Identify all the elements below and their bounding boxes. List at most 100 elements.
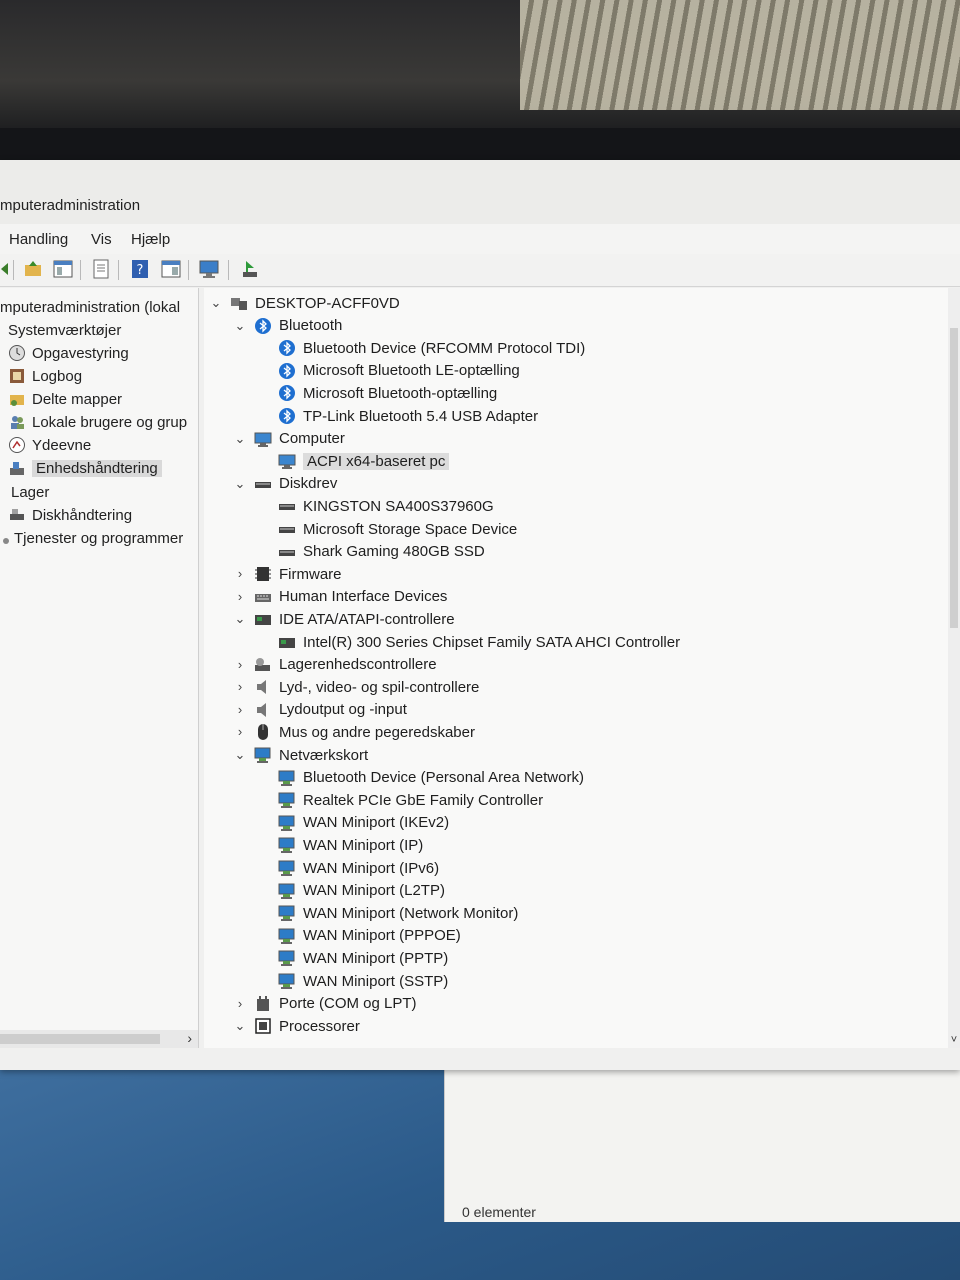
tree-device-item[interactable]: WAN Miniport (L2TP) bbox=[256, 880, 445, 902]
tree-item-label: Bluetooth Device (Personal Area Network) bbox=[303, 769, 584, 787]
tree-device-item[interactable]: Microsoft Bluetooth LE-optælling bbox=[256, 360, 520, 382]
tree-device-item[interactable]: Bluetooth Device (RFCOMM Protocol TDI) bbox=[256, 337, 585, 359]
nav-shared-folders[interactable]: Delte mapper bbox=[8, 388, 122, 410]
tree-category-node[interactable]: › Human Interface Devices bbox=[232, 586, 448, 608]
tree-category-node[interactable]: › Firmware bbox=[232, 563, 342, 585]
menu-handling[interactable]: Handling bbox=[9, 231, 68, 248]
tree-device-item[interactable]: Realtek PCIe GbE Family Controller bbox=[256, 789, 543, 811]
vertical-scrollbar[interactable]: ˅ bbox=[948, 288, 960, 1048]
chevron-down-icon[interactable]: ⌄ bbox=[232, 611, 248, 627]
tree-category-node[interactable]: › Mus og andre pegeredskaber bbox=[232, 721, 475, 743]
nav-local-users[interactable]: Lokale brugere og grup bbox=[8, 411, 187, 433]
tree-item-label: Microsoft Bluetooth-optælling bbox=[303, 384, 498, 402]
toolbar: ? bbox=[0, 254, 960, 287]
tree-device-item[interactable]: WAN Miniport (PPPOE) bbox=[256, 925, 461, 947]
monitor-icon[interactable] bbox=[198, 258, 220, 280]
chevron-right-icon[interactable]: › bbox=[232, 724, 248, 740]
tree-device-item[interactable]: Intel(R) 300 Series Chipset Family SATA … bbox=[256, 631, 680, 653]
performance-icon bbox=[8, 436, 26, 454]
tree-item-label: Lydoutput og -input bbox=[279, 701, 407, 719]
title-bar[interactable]: mputeradministration bbox=[0, 160, 960, 224]
tree-device-item[interactable]: WAN Miniport (SSTP) bbox=[256, 970, 448, 992]
chevron-right-icon[interactable]: › bbox=[232, 566, 248, 582]
tree-device-item[interactable]: Microsoft Storage Space Device bbox=[256, 518, 517, 540]
tree-item-label: Shark Gaming 480GB SSD bbox=[303, 543, 485, 561]
tree-item-label: WAN Miniport (SSTP) bbox=[303, 972, 449, 990]
tree-device-item[interactable]: Bluetooth Device (Personal Area Network) bbox=[256, 767, 584, 789]
chevron-down-icon[interactable]: ⌄ bbox=[232, 747, 248, 763]
update-driver-icon[interactable] bbox=[239, 258, 261, 280]
chevron-down-icon[interactable]: ⌄ bbox=[232, 431, 248, 447]
menu-hjaelp[interactable]: Hjælp bbox=[131, 231, 170, 248]
chevron-down-icon[interactable]: ⌄ bbox=[232, 476, 248, 492]
tree-device-item[interactable]: ACPI x64-baseret pc bbox=[256, 450, 450, 472]
nav-system-tools[interactable]: Systemværktøjer bbox=[8, 319, 121, 341]
tree-category-node[interactable]: ⌄ IDE ATA/ATAPI-controllere bbox=[232, 608, 455, 630]
up-folder-icon[interactable] bbox=[22, 258, 44, 280]
nav-storage[interactable]: Lager bbox=[0, 481, 49, 503]
chevron-right-icon[interactable]: › bbox=[232, 996, 248, 1012]
tree-device-item[interactable]: TP-Link Bluetooth 5.4 USB Adapter bbox=[256, 405, 538, 427]
network-adapter-icon bbox=[278, 927, 296, 945]
nav-label: Diskhåndtering bbox=[32, 506, 133, 524]
bluetooth-icon bbox=[278, 362, 296, 380]
nav-computer-management[interactable]: mputeradministration (lokal bbox=[0, 296, 180, 318]
tree-category-node[interactable]: ⌄ Netværkskort bbox=[232, 744, 369, 766]
background-window[interactable]: 0 elementer bbox=[444, 1068, 960, 1222]
scroll-down-icon[interactable]: ˅ bbox=[948, 1034, 960, 1046]
tree-device-item[interactable]: Shark Gaming 480GB SSD bbox=[256, 541, 485, 563]
chevron-right-icon[interactable]: › bbox=[232, 679, 248, 695]
tree-device-item[interactable]: KINGSTON SA400S37960G bbox=[256, 495, 494, 517]
network-adapter-icon bbox=[278, 769, 296, 787]
tree-category-node[interactable]: › Lagerenhedscontrollere bbox=[232, 654, 437, 676]
nav-services-applications[interactable]: Tjenester og programmer bbox=[0, 527, 183, 549]
tree-item-label: WAN Miniport (IPv6) bbox=[303, 859, 440, 877]
nav-label: Logbog bbox=[32, 367, 83, 385]
nav-performance[interactable]: Ydeevne bbox=[8, 434, 91, 456]
tree-item-label: WAN Miniport (L2TP) bbox=[303, 882, 445, 900]
disk-drive-icon bbox=[254, 475, 272, 493]
show-hide-action-pane-icon[interactable] bbox=[160, 258, 182, 280]
scrollbar-thumb[interactable] bbox=[950, 328, 958, 628]
nav-disk-management[interactable]: Diskhåndtering bbox=[8, 504, 132, 526]
tree-category-node[interactable]: › Lydoutput og -input bbox=[232, 699, 407, 721]
nav-event-viewer[interactable]: Logbog bbox=[8, 365, 82, 387]
chevron-right-icon[interactable]: › bbox=[232, 589, 248, 605]
bluetooth-icon bbox=[278, 339, 296, 357]
tree-category-node[interactable]: ⌄ Diskdrev bbox=[232, 473, 338, 495]
menu-vis[interactable]: Vis bbox=[91, 231, 112, 248]
nav-task-scheduler[interactable]: Opgavestyring bbox=[8, 342, 129, 364]
tree-device-item[interactable]: WAN Miniport (IP) bbox=[256, 834, 423, 856]
tree-category-node[interactable]: › Lyd-, video- og spil-controllere bbox=[232, 676, 480, 698]
properties-icon[interactable] bbox=[90, 258, 112, 280]
tree-device-item[interactable]: WAN Miniport (IKEv2) bbox=[256, 812, 449, 834]
chevron-right-icon[interactable]: › bbox=[232, 657, 248, 673]
tree-category-node[interactable]: ⌄ Processorer bbox=[232, 1015, 360, 1037]
scroll-right-icon[interactable]: › bbox=[187, 1030, 192, 1046]
tree-device-item[interactable]: WAN Miniport (PPTP) bbox=[256, 947, 448, 969]
horizontal-scrollbar[interactable]: › bbox=[0, 1030, 198, 1048]
chevron-down-icon[interactable]: ⌄ bbox=[232, 318, 248, 334]
tree-device-item[interactable]: Microsoft Bluetooth-optælling bbox=[256, 382, 497, 404]
toolbar-separator bbox=[13, 260, 14, 280]
storage-controller-icon bbox=[254, 656, 272, 674]
tree-device-item[interactable]: WAN Miniport (IPv6) bbox=[256, 857, 439, 879]
tree-category-node[interactable]: ⌄ Bluetooth bbox=[232, 315, 343, 337]
tree-category-node[interactable]: ⌄ Computer bbox=[232, 428, 345, 450]
scrollbar-thumb[interactable] bbox=[0, 1034, 160, 1044]
tree-device-item[interactable]: WAN Miniport (Network Monitor) bbox=[256, 902, 518, 924]
chevron-down-icon[interactable]: ⌄ bbox=[232, 1018, 248, 1034]
nav-label: Lokale brugere og grup bbox=[32, 413, 188, 431]
show-hide-tree-icon[interactable] bbox=[52, 258, 74, 280]
help-icon[interactable]: ? bbox=[129, 258, 151, 280]
chevron-right-icon[interactable]: › bbox=[232, 702, 248, 718]
chevron-down-icon[interactable]: ⌄ bbox=[208, 295, 224, 311]
nav-device-manager[interactable]: Enhedshåndtering bbox=[8, 457, 162, 479]
tree-item-label: ACPI x64-baseret pc bbox=[303, 452, 450, 470]
tree-root-node[interactable]: ⌄ DESKTOP-ACFF0VD bbox=[208, 292, 400, 314]
tree-category-node[interactable]: › Porte (COM og LPT) bbox=[232, 993, 417, 1015]
